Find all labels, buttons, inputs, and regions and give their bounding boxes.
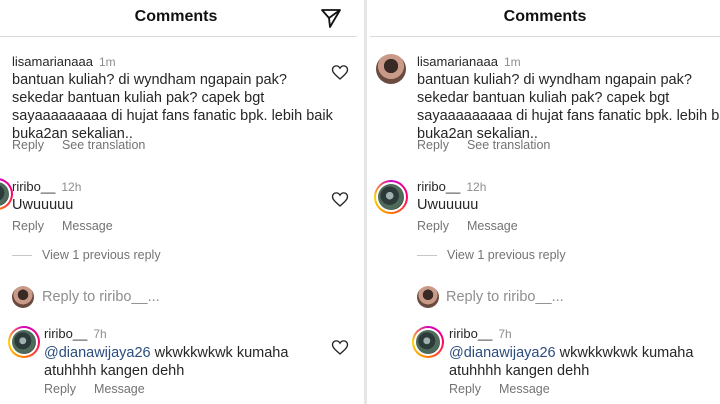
avatar[interactable] xyxy=(412,326,444,358)
comments-header: Comments xyxy=(0,0,357,37)
reply-header: riribo__ 7h xyxy=(449,326,512,341)
view-previous-reply[interactable]: View 1 previous reply xyxy=(42,248,161,262)
comment-time: 12h xyxy=(466,180,487,194)
reply-time: 7h xyxy=(93,327,107,341)
comment-header: riribo__ 12h xyxy=(417,179,486,194)
comment-actions: Reply See translation xyxy=(12,138,163,152)
message-button[interactable]: Message xyxy=(499,382,550,396)
panel-divider xyxy=(364,0,367,404)
reply-button[interactable]: Reply xyxy=(44,382,76,396)
comment-actions: Reply Message xyxy=(12,219,131,233)
reply-actions: Reply Message xyxy=(44,382,163,396)
view-previous-reply[interactable]: View 1 previous reply xyxy=(447,248,566,262)
comment-time: 1m xyxy=(503,55,521,69)
reply-button[interactable]: Reply xyxy=(12,219,44,233)
comments-panel-right: Comments lisamarianaaa 1m bantuan kuliah?… xyxy=(370,0,720,404)
comment-text: Uwuuuuu xyxy=(12,197,74,213)
reply-header: riribo__ 7h xyxy=(44,326,107,341)
reply-actions: Reply Message xyxy=(449,382,568,396)
reply-button[interactable]: Reply xyxy=(417,138,449,152)
comment-actions: Reply See translation xyxy=(417,138,568,152)
comment-username[interactable]: lisamarianaaa xyxy=(12,54,93,69)
heart-icon[interactable] xyxy=(331,191,349,209)
comment-header: lisamarianaaa 1m xyxy=(12,54,116,69)
reply-text: @dianawijaya26 wkwkkwkwk kumaha atuhhhh … xyxy=(449,345,694,379)
reply-input[interactable]: Reply to riribo__... xyxy=(446,289,564,305)
comment-time: 12h xyxy=(61,180,82,194)
reply-username[interactable]: riribo__ xyxy=(44,326,87,341)
see-translation-button[interactable]: See translation xyxy=(467,138,550,152)
heart-icon[interactable] xyxy=(331,64,349,82)
comment-actions: Reply Message xyxy=(417,219,536,233)
comment-username[interactable]: riribo__ xyxy=(417,179,460,194)
comments-header: Comments xyxy=(370,0,720,37)
heart-icon[interactable] xyxy=(331,339,349,357)
comment-time: 1m xyxy=(98,55,116,69)
reply-button[interactable]: Reply xyxy=(12,138,44,152)
comment-username[interactable]: lisamarianaaa xyxy=(417,54,498,69)
comment-text: bantuan kuliah? di wyndham ngapain pak? … xyxy=(12,72,333,142)
avatar xyxy=(12,286,34,308)
avatar[interactable] xyxy=(8,326,40,358)
message-button[interactable]: Message xyxy=(94,382,145,396)
avatar[interactable] xyxy=(374,180,408,214)
see-translation-button[interactable]: See translation xyxy=(62,138,145,152)
page-title: Comments xyxy=(134,8,218,25)
send-icon[interactable] xyxy=(319,6,343,30)
comments-panel-left: Comments lisamarianaaa 1m bantuan kuliah?… xyxy=(0,0,357,404)
mention-link[interactable]: @dianawijaya26 xyxy=(44,345,151,361)
comment-header: riribo__ 12h xyxy=(12,179,81,194)
page-title: Comments xyxy=(503,8,587,25)
comment-username[interactable]: riribo__ xyxy=(12,179,55,194)
reply-input[interactable]: Reply to riribo__... xyxy=(42,289,160,305)
reply-button[interactable]: Reply xyxy=(417,219,449,233)
reply-text: @dianawijaya26 wkwkkwkwk kumaha atuhhhh … xyxy=(44,345,289,379)
message-button[interactable]: Message xyxy=(62,219,113,233)
avatar[interactable] xyxy=(376,54,406,84)
view-replies-line xyxy=(417,255,437,256)
comment-text: Uwuuuuu xyxy=(417,197,479,213)
comment-header: lisamarianaaa 1m xyxy=(417,54,521,69)
view-replies-line xyxy=(12,255,32,256)
avatar xyxy=(417,286,439,308)
comment-text: bantuan kuliah? di wyndham ngapain pak? … xyxy=(417,72,720,142)
reply-time: 7h xyxy=(498,327,512,341)
reply-username[interactable]: riribo__ xyxy=(449,326,492,341)
reply-button[interactable]: Reply xyxy=(449,382,481,396)
mention-link[interactable]: @dianawijaya26 xyxy=(449,345,556,361)
message-button[interactable]: Message xyxy=(467,219,518,233)
